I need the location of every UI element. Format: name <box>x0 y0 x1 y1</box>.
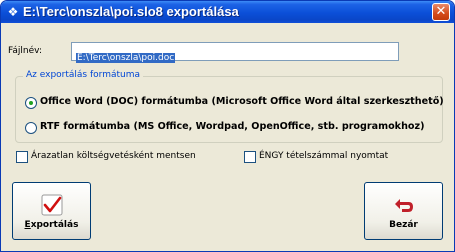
export-format-legend: Az exportálás formátuma <box>23 70 143 80</box>
app-icon: ❖ <box>7 5 19 19</box>
filename-input[interactable]: E:\Terc\onszla\poi.doc <box>71 42 399 63</box>
filename-value: E:\Terc\onszla\poi.doc <box>76 53 176 63</box>
filename-label: Fájlnév: <box>8 46 42 56</box>
close-button-label: Bezár <box>389 220 418 230</box>
checkbox-engy[interactable] <box>244 151 256 163</box>
export-format-group <box>15 76 443 143</box>
radio-doc[interactable] <box>25 97 37 109</box>
close-button[interactable]: Bezár <box>364 182 443 240</box>
window-title: E:\Terc\onszla\poi.slo8 exportálása <box>23 4 239 19</box>
checkbox-unpriced-label: Árazatlan költségvetésként mentsen <box>31 151 196 161</box>
export-button[interactable]: Exportálás <box>12 182 91 240</box>
close-window-button[interactable]: ✕ <box>432 3 450 21</box>
export-dialog: ❖ E:\Terc\onszla\poi.slo8 exportálása ✕ … <box>0 0 455 252</box>
radio-rtf[interactable] <box>25 122 37 134</box>
back-arrow-icon <box>395 199 413 212</box>
radio-doc-label: Office Word (DOC) formátumba (Microsoft … <box>40 96 444 107</box>
checkmark-icon <box>41 194 63 216</box>
radio-rtf-label: RTF formátumba (MS Office, Wordpad, Open… <box>40 121 425 132</box>
title-bar[interactable]: ❖ E:\Terc\onszla\poi.slo8 exportálása ✕ <box>1 1 454 23</box>
checkbox-unpriced[interactable] <box>16 151 28 163</box>
checkbox-engy-label: ÉNGY tételszámmal nyomtat <box>259 151 389 161</box>
close-icon: ✕ <box>435 4 447 19</box>
export-button-label: Exportálás <box>24 220 79 230</box>
